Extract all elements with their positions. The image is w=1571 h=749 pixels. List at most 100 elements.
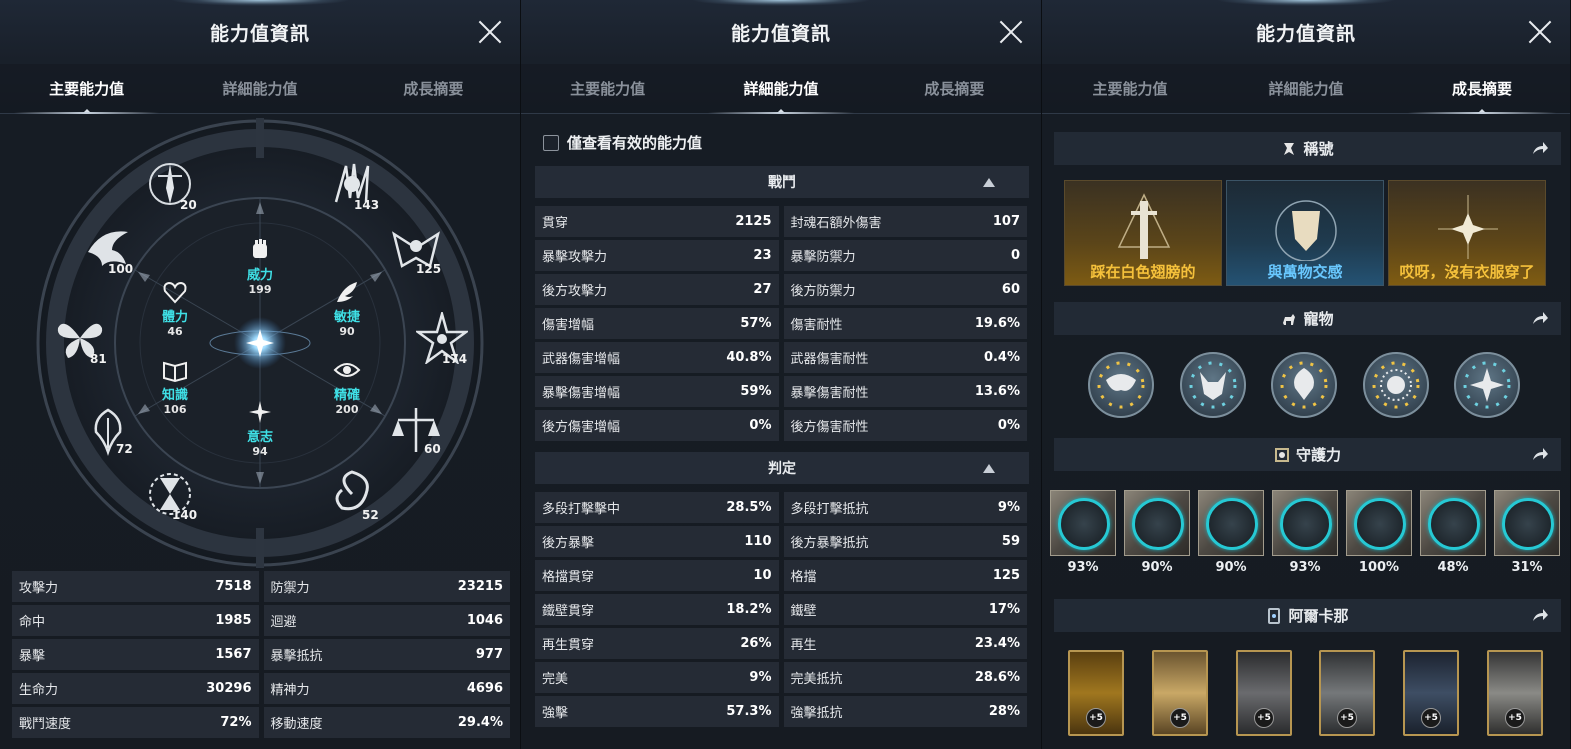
tab-growth-summary[interactable]: 成長摘要	[1394, 64, 1570, 114]
stat-label: 鐵壁貫穿	[542, 604, 595, 619]
tab-main-stats[interactable]: 主要能力值	[0, 64, 173, 114]
stat-label: 再生	[790, 638, 817, 653]
stat-value: 0%	[749, 418, 772, 433]
guardian-slot[interactable]	[1494, 490, 1560, 556]
core-stat-will[interactable]: 意志 94	[225, 398, 295, 458]
stat-label: 暴擊防禦力	[790, 250, 856, 265]
share-arrow-icon[interactable]	[1531, 446, 1549, 462]
checkbox-box[interactable]	[543, 134, 559, 151]
arcana-card-chalice[interactable]: +5	[1068, 650, 1124, 736]
pet-slot[interactable]	[1363, 352, 1429, 418]
guardian-scales-icon	[1502, 498, 1554, 550]
collapse-caret-icon[interactable]	[983, 178, 995, 187]
core-stat-name: 體力	[161, 310, 188, 325]
guardian-slot[interactable]	[1198, 490, 1264, 556]
combat-section-header[interactable]: 戰鬥	[535, 166, 1029, 198]
tab-growth-summary[interactable]: 成長摘要	[868, 64, 1041, 113]
tab-detail-stats[interactable]: 詳細能力值	[694, 64, 867, 114]
core-stat-power[interactable]: 威力 199	[225, 236, 295, 296]
stat-value: 40.8%	[726, 350, 772, 365]
pet-slot[interactable]	[1454, 352, 1520, 418]
title-card-white-wings[interactable]: 踩在白色翅膀的	[1064, 180, 1222, 286]
guardian-percent: 90%	[1141, 560, 1173, 575]
stat-value: 28%	[988, 704, 1020, 719]
sparkle-icon	[249, 401, 271, 423]
guardian-slot[interactable]	[1346, 490, 1412, 556]
outer-stat-value: 125	[416, 262, 442, 276]
tab-main-stats[interactable]: 主要能力值	[1042, 64, 1218, 113]
arcana-card-wheel[interactable]: +5	[1236, 650, 1292, 736]
arcana-card-tower[interactable]: +5	[1487, 650, 1543, 736]
guardian-slot[interactable]	[1050, 490, 1116, 556]
stat-label: 暴擊攻擊力	[542, 250, 608, 265]
close-icon[interactable]	[476, 18, 504, 46]
close-icon[interactable]	[997, 18, 1025, 46]
stat-row: 封魂石額外傷害 107	[783, 206, 1027, 237]
title-card-no-clothes[interactable]: 哎呀，沒有衣服穿了	[1388, 180, 1546, 286]
guardian-section-header: 守護力	[1054, 438, 1561, 471]
arcana-card-mirror[interactable]: +5	[1403, 650, 1459, 736]
arcana-card-bell[interactable]: +5	[1319, 650, 1375, 736]
guardian-percent: 31%	[1511, 560, 1543, 575]
tab-main-stats[interactable]: 主要能力值	[521, 64, 694, 113]
stat-row: 再生貫穿 26%	[535, 628, 779, 659]
title-card-harmony[interactable]: 與萬物交感	[1226, 180, 1384, 286]
pet-slot[interactable]	[1271, 352, 1337, 418]
tab-detail-stats[interactable]: 詳細能力值	[1218, 64, 1394, 113]
main-stats-panel: 能力值資訊 主要能力值 詳細能力值 成長摘要 20 143 100 125 81…	[0, 0, 521, 749]
stat-value: 0.4%	[983, 350, 1020, 365]
arcana-section-header: 阿爾卡那	[1054, 599, 1561, 632]
core-stat-name: 敏捷	[333, 310, 360, 325]
shield-crest-icon	[1275, 200, 1337, 262]
stat-row: 後方暴擊抵抗 59	[783, 526, 1027, 557]
stat-row: 傷害增幅 57%	[535, 308, 779, 339]
judgment-section-header[interactable]: 判定	[535, 452, 1029, 484]
core-stat-precision[interactable]: 精確 200	[312, 356, 382, 416]
stat-label: 後方傷害增幅	[542, 420, 621, 435]
stat-row: 格擋貫穿 10	[535, 560, 779, 591]
stat-row: 後方防禦力 60	[783, 274, 1027, 305]
stat-label: 強擊抵抗	[790, 706, 843, 721]
stat-row: 貫穿 2125	[535, 206, 779, 237]
pet-sun-icon	[1372, 361, 1420, 409]
stat-label: 後方攻擊力	[542, 284, 608, 299]
tab-detail-stats[interactable]: 詳細能力值	[173, 64, 346, 113]
core-stat-knowledge[interactable]: 知識 106	[140, 356, 210, 416]
share-arrow-icon[interactable]	[1531, 310, 1549, 326]
core-stat-name: 精確	[333, 388, 360, 403]
guardian-slot[interactable]	[1124, 490, 1190, 556]
enhance-level-badge: +5	[1505, 708, 1525, 728]
guardian-percent: 100%	[1358, 560, 1400, 575]
stat-label: 後方防禦力	[790, 284, 856, 299]
guardian-slot[interactable]	[1272, 490, 1338, 556]
tab-growth-summary[interactable]: 成長摘要	[347, 64, 520, 113]
guardian-slot[interactable]	[1420, 490, 1486, 556]
stat-label: 武器傷害增幅	[542, 352, 621, 367]
stat-value: 72%	[220, 715, 252, 730]
title-badge-icon	[1284, 142, 1295, 155]
stat-value: 23	[753, 248, 772, 263]
core-stat-agility[interactable]: 敏捷 90	[312, 278, 382, 338]
collapse-caret-icon[interactable]	[983, 464, 995, 473]
share-arrow-icon[interactable]	[1531, 607, 1549, 623]
guardian-wing-icon	[1132, 498, 1184, 550]
pet-slot[interactable]	[1088, 352, 1154, 418]
stat-value: 17%	[988, 602, 1020, 617]
effective-only-checkbox[interactable]: 僅查看有效的能力值	[543, 132, 702, 153]
share-arrow-icon[interactable]	[1531, 140, 1549, 156]
stat-label: 強擊	[542, 706, 569, 721]
core-stat-name: 威力	[246, 268, 273, 283]
pet-star-icon	[1463, 361, 1511, 409]
core-stat-vitality[interactable]: 體力 46	[140, 278, 210, 338]
core-stat-value: 200	[335, 403, 359, 416]
stat-row: 暴擊傷害增幅 59%	[535, 376, 779, 407]
checkbox-label: 僅查看有效的能力值	[567, 134, 703, 152]
stat-value: 10	[753, 568, 772, 583]
arcana-card-scroll[interactable]: +5	[1152, 650, 1208, 736]
pet-slot[interactable]	[1180, 352, 1246, 418]
heart-icon	[163, 281, 187, 304]
stat-row: 多段打擊擊中 28.5%	[535, 492, 779, 523]
core-stat-value: 106	[163, 403, 187, 416]
stat-label: 格擋貫穿	[542, 570, 595, 585]
close-icon[interactable]	[1526, 18, 1554, 46]
